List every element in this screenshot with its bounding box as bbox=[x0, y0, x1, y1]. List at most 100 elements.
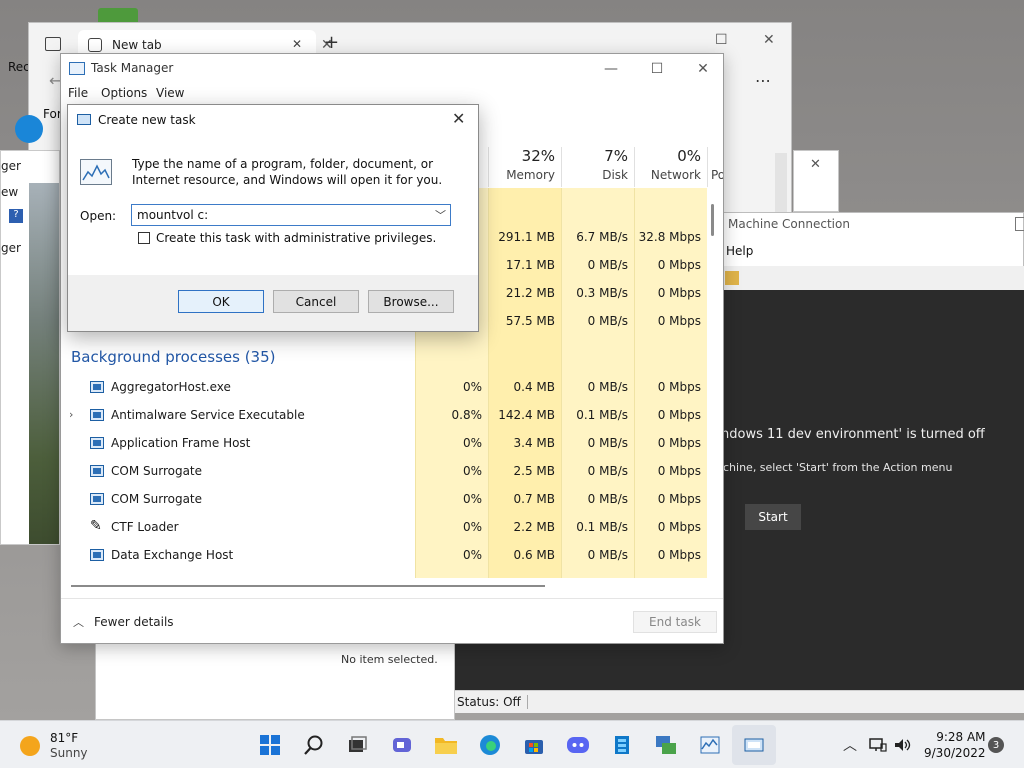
browser-side-label: For bbox=[43, 107, 62, 121]
azure-stack-icon[interactable] bbox=[610, 733, 634, 757]
browser-close-icon[interactable]: ✕ bbox=[763, 32, 775, 48]
menu-file[interactable]: File bbox=[68, 86, 88, 100]
tab-actions-icon[interactable] bbox=[45, 37, 61, 51]
column-header-power[interactable]: Po bbox=[707, 147, 724, 187]
chat-icon[interactable] bbox=[390, 733, 414, 757]
process-disk: 0.1 MB/s bbox=[576, 408, 628, 422]
process-cpu: 0% bbox=[462, 520, 482, 534]
vm-start-button[interactable]: Start bbox=[745, 504, 801, 530]
process-icon bbox=[90, 465, 104, 477]
process-disk: 0 MB/s bbox=[587, 380, 628, 394]
row-network: 0 Mbps bbox=[657, 314, 701, 328]
store-icon[interactable] bbox=[522, 733, 546, 757]
admin-privileges-checkbox-row[interactable]: Create this task with administrative pri… bbox=[138, 231, 436, 245]
table-row[interactable]: › Antimalware Service Executable 0.8% 14… bbox=[61, 402, 707, 430]
admin-privileges-checkbox[interactable] bbox=[138, 232, 150, 244]
explorer-window[interactable]: ger ew ? ger bbox=[0, 150, 60, 545]
create-new-task-dialog[interactable]: Create new task ✕ Type the name of a pro… bbox=[67, 104, 479, 332]
fewer-details-label: Fewer details bbox=[94, 615, 174, 629]
vm-toolbar-icon[interactable] bbox=[725, 271, 739, 285]
open-combobox[interactable]: ﹀ bbox=[131, 204, 451, 226]
browser-maximize-icon[interactable]: ☐ bbox=[715, 32, 728, 48]
vertical-scrollbar-thumb[interactable] bbox=[711, 204, 714, 236]
pen-icon bbox=[90, 518, 104, 534]
vm-menu-help[interactable]: Help bbox=[726, 244, 753, 258]
horizontal-scrollbar[interactable] bbox=[61, 581, 707, 589]
process-name: COM Surrogate bbox=[111, 492, 203, 506]
row-disk: 0.3 MB/s bbox=[576, 286, 628, 300]
task-view-icon[interactable] bbox=[345, 733, 369, 757]
tm-maximize-icon[interactable]: ☐ bbox=[635, 57, 679, 81]
edge-icon[interactable] bbox=[478, 733, 502, 757]
row-disk: 0 MB/s bbox=[587, 258, 628, 272]
tm-close-icon[interactable]: ✕ bbox=[681, 57, 723, 81]
tm-minimize-icon[interactable]: — bbox=[589, 57, 633, 81]
process-memory: 0.7 MB bbox=[513, 492, 555, 506]
row-disk: 0 MB/s bbox=[587, 314, 628, 328]
end-task-button[interactable]: End task bbox=[633, 611, 717, 633]
run-dialog-taskbar-icon[interactable] bbox=[742, 733, 766, 757]
dialog-titlebar: Create new task ✕ bbox=[68, 105, 478, 135]
tab-close-icon[interactable]: ✕ bbox=[292, 37, 302, 51]
fewer-details-button[interactable]: ︿ Fewer details bbox=[73, 614, 174, 630]
weather-temp: 81°F bbox=[50, 731, 79, 745]
expand-chevron-icon[interactable]: › bbox=[69, 408, 73, 421]
vm-instruction: chine, select 'Start' from the Action me… bbox=[723, 461, 953, 474]
table-row[interactable]: Application Frame Host 0% 3.4 MB 0 MB/s … bbox=[61, 430, 707, 458]
lower-window[interactable]: No item selected. bbox=[95, 640, 455, 720]
file-explorer-icon[interactable] bbox=[434, 733, 458, 757]
help-icon[interactable]: ? bbox=[9, 209, 23, 223]
table-row[interactable]: Data Exchange Host 0% 0.6 MB 0 MB/s 0 Mb… bbox=[61, 542, 707, 570]
menu-view[interactable]: View bbox=[156, 86, 184, 100]
discord-icon[interactable] bbox=[566, 733, 590, 757]
horizontal-scrollbar-thumb[interactable] bbox=[71, 585, 545, 587]
column-header-network[interactable]: 0% Network bbox=[634, 147, 707, 187]
process-icon bbox=[90, 549, 104, 561]
browse-button[interactable]: Browse... bbox=[368, 290, 454, 313]
network-icon[interactable] bbox=[866, 733, 890, 757]
table-row[interactable]: AggregatorHost.exe 0% 0.4 MB 0 MB/s 0 Mb… bbox=[61, 374, 707, 402]
clock[interactable]: 9:28 AM 9/30/2022 bbox=[924, 729, 986, 761]
new-tab-button[interactable]: + bbox=[324, 32, 339, 53]
start-icon[interactable] bbox=[258, 733, 282, 757]
vm-status-text: Status: Off bbox=[457, 695, 528, 709]
task-manager-taskbar-icon[interactable] bbox=[698, 733, 722, 757]
table-row[interactable]: COM Surrogate 0% 0.7 MB 0 MB/s 0 Mbps bbox=[61, 486, 707, 514]
process-disk: 0 MB/s bbox=[587, 436, 628, 450]
column-header-memory[interactable]: 32% Memory bbox=[488, 147, 561, 187]
process-network: 0 Mbps bbox=[657, 548, 701, 562]
weather-desc: Sunny bbox=[50, 746, 88, 760]
table-row[interactable]: COM Surrogate 0% 2.5 MB 0 MB/s 0 Mbps bbox=[61, 458, 707, 486]
background-window-close-icon[interactable]: ✕ bbox=[810, 157, 821, 172]
chevron-down-icon[interactable]: ﹀ bbox=[435, 207, 446, 223]
ok-button[interactable]: OK bbox=[178, 290, 264, 313]
open-input[interactable] bbox=[132, 205, 428, 225]
notification-badge[interactable]: 3 bbox=[988, 737, 1004, 753]
table-row[interactable]: CTF Loader 0% 2.2 MB 0.1 MB/s 0 Mbps bbox=[61, 514, 707, 542]
dialog-close-icon[interactable]: ✕ bbox=[452, 109, 465, 128]
explorer-label-1: ger bbox=[1, 159, 21, 173]
volume-icon[interactable] bbox=[890, 733, 914, 757]
disk-label: Disk bbox=[602, 168, 628, 182]
background-processes-heading: Background processes (35) bbox=[71, 348, 276, 366]
browser-more-icon[interactable]: ⋯ bbox=[755, 71, 771, 90]
column-header-disk[interactable]: 7% Disk bbox=[561, 147, 634, 187]
power-label: Po bbox=[711, 168, 724, 182]
row-memory: 57.5 MB bbox=[505, 314, 555, 328]
process-name: CTF Loader bbox=[111, 520, 179, 534]
weather-widget[interactable]: 81°F Sunny bbox=[20, 731, 88, 761]
menu-options[interactable]: Options bbox=[101, 86, 147, 100]
memory-label: Memory bbox=[506, 168, 555, 182]
vm-maximize-icon[interactable] bbox=[1015, 217, 1024, 231]
cancel-button[interactable]: Cancel bbox=[273, 290, 359, 313]
task-manager-footer: ︿ Fewer details End task bbox=[61, 598, 723, 643]
process-memory: 3.4 MB bbox=[513, 436, 555, 450]
process-icon bbox=[90, 381, 104, 393]
process-disk: 0 MB/s bbox=[587, 464, 628, 478]
search-icon[interactable] bbox=[302, 733, 326, 757]
background-window[interactable]: ✕ bbox=[793, 150, 839, 212]
hyperv-manager-icon[interactable] bbox=[654, 733, 678, 757]
run-program-icon bbox=[80, 159, 112, 185]
chevron-up-icon[interactable]: ︿ bbox=[838, 733, 862, 757]
browser-tab-title: New tab bbox=[112, 38, 162, 52]
